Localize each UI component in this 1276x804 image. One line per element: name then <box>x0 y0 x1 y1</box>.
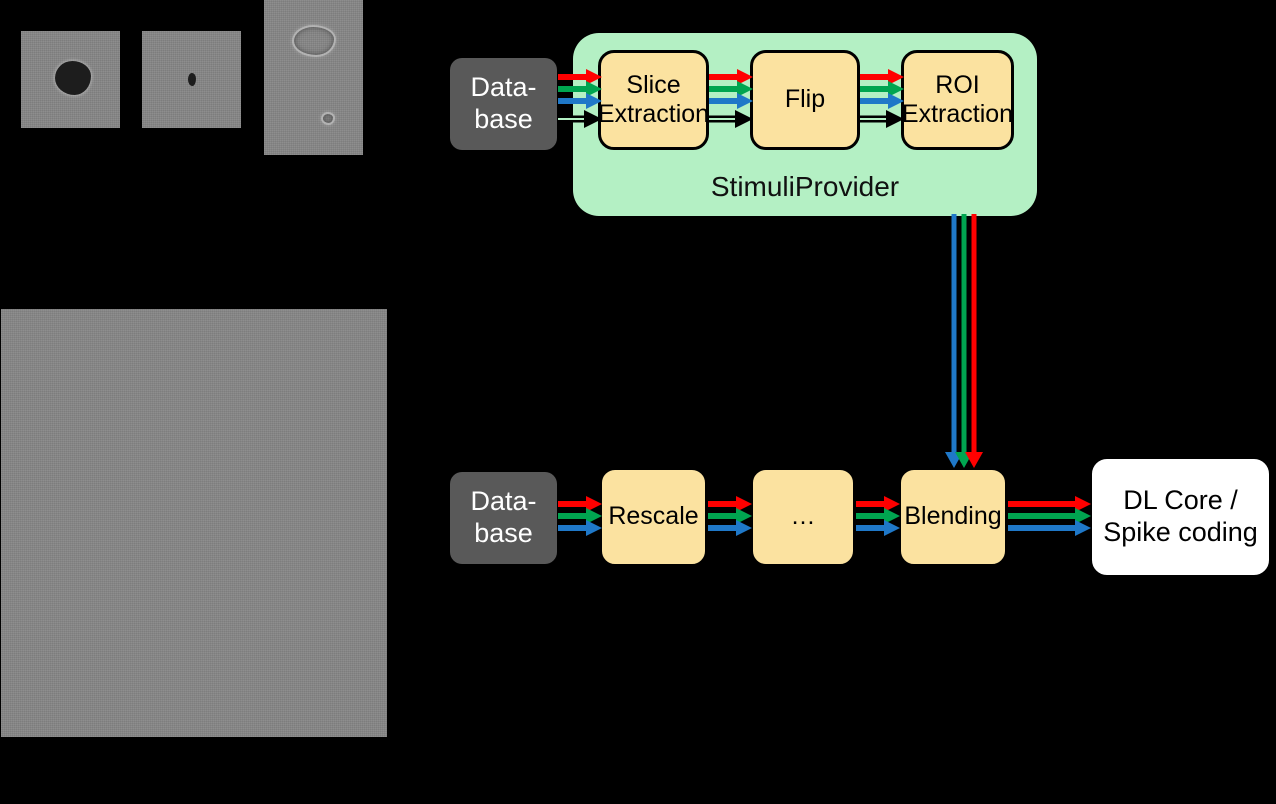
channel-green-arrow <box>856 508 900 524</box>
channel-red-arrow <box>860 69 904 85</box>
channel-red-arrow <box>1008 496 1091 512</box>
aux-double-line-arrow <box>860 110 904 128</box>
flow-db-top-to-slice <box>558 62 602 132</box>
channel-green-arrow <box>1008 508 1091 524</box>
aux-double-line-arrow <box>709 110 753 128</box>
sample-blob <box>55 61 91 95</box>
sample-outline-small <box>321 112 335 125</box>
flow-ellipsis-to-blending <box>856 492 900 544</box>
channel-blue-arrow <box>558 93 602 109</box>
channel-red-arrow <box>558 496 602 512</box>
database-node-top[interactable]: Data- base <box>450 58 557 150</box>
channel-green-arrow <box>709 81 753 97</box>
stage-slice-extraction[interactable]: Slice Extraction <box>598 50 709 150</box>
stage-roi-extraction[interactable]: ROI Extraction <box>901 50 1014 150</box>
output-dl-core[interactable]: DL Core / Spike coding <box>1089 456 1272 578</box>
channel-blue-arrow <box>1008 520 1091 536</box>
stage-ellipsis[interactable]: … <box>750 467 856 567</box>
channel-red-arrow-vertical <box>965 214 983 468</box>
stage-blending[interactable]: Blending <box>898 467 1008 567</box>
sample-thumbnail-1 <box>21 31 120 128</box>
channel-green-arrow <box>708 508 752 524</box>
flow-blending-to-dlcore <box>1008 492 1091 544</box>
channel-green-arrow <box>860 81 904 97</box>
stimuli-provider-label: StimuliProvider <box>710 171 900 202</box>
channel-red-arrow <box>558 69 602 85</box>
channel-red-arrow <box>708 496 752 512</box>
flow-stimuliprovider-to-blending <box>940 214 986 470</box>
sample-outline-large <box>292 25 336 57</box>
channel-blue-arrow <box>558 520 602 536</box>
database-node-bottom[interactable]: Data- base <box>450 472 557 564</box>
channel-green-arrow <box>558 81 602 97</box>
channel-red-arrow <box>856 496 900 512</box>
channel-green-arrow <box>558 508 602 524</box>
sample-blob <box>188 73 196 86</box>
channel-blue-arrow <box>708 520 752 536</box>
flow-db-bottom-to-rescale <box>558 492 602 544</box>
aux-double-line-arrow <box>558 110 602 128</box>
channel-red-arrow <box>709 69 753 85</box>
channel-blue-arrow <box>709 93 753 109</box>
sample-large-background <box>1 309 387 737</box>
stage-rescale[interactable]: Rescale <box>599 467 708 567</box>
diagram-canvas: StimuliProvider Data- base Slice Extract… <box>0 0 1276 804</box>
channel-blue-arrow <box>856 520 900 536</box>
flow-rescale-to-ellipsis <box>708 492 752 544</box>
sample-thumbnail-3 <box>264 0 363 155</box>
channel-green-arrow-vertical <box>955 214 973 468</box>
flow-flip-to-roi <box>860 62 904 132</box>
flow-slice-to-flip <box>709 62 753 132</box>
channel-blue-arrow <box>860 93 904 109</box>
sample-thumbnail-2 <box>142 31 241 128</box>
channel-blue-arrow-vertical <box>945 214 963 468</box>
stage-flip[interactable]: Flip <box>750 50 860 150</box>
